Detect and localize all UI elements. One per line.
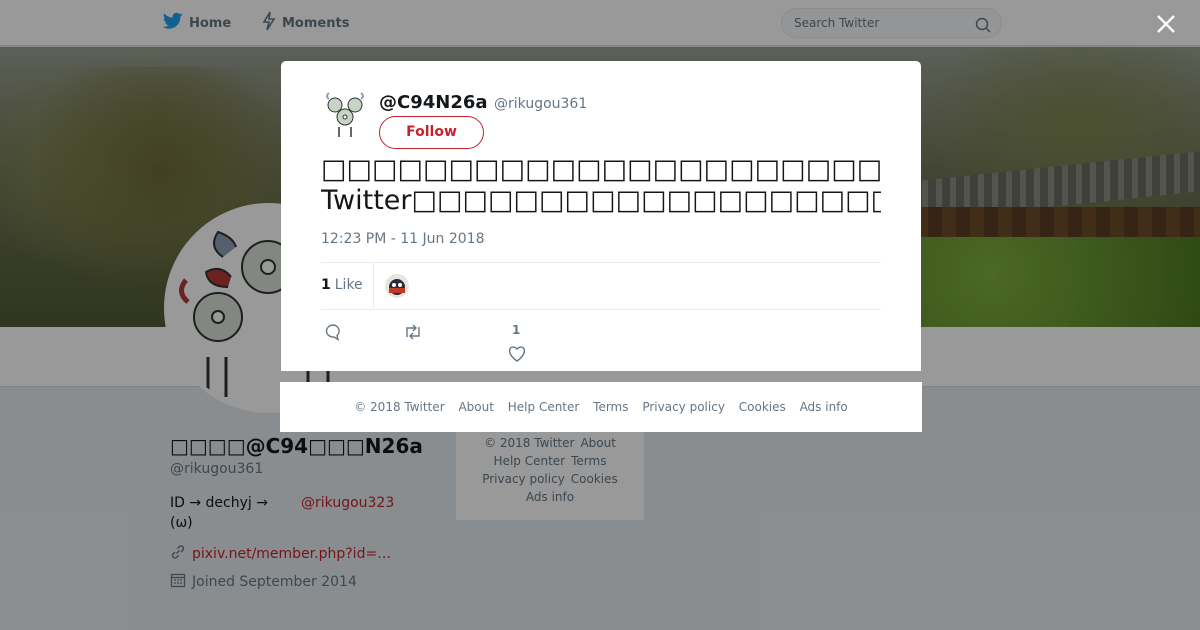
likes-label: Like — [334, 277, 363, 293]
tweet-timestamp[interactable]: 12:23 PM - 11 Jun 2018 — [321, 231, 485, 247]
tweet-stats: 1 Like — [321, 262, 881, 310]
tweet-author-handle[interactable]: @rikugou361 — [494, 96, 587, 112]
tweet-text: □□□□□□□□□□□□□□□□□□□□□□□□□□□□□□□□□□□□□□… … — [321, 154, 881, 216]
footer-cookies[interactable]: Cookies — [739, 400, 786, 414]
footer-help-center[interactable]: Help Center — [508, 400, 580, 414]
liker-avatar[interactable] — [385, 274, 409, 298]
footer-ads-info[interactable]: Ads info — [800, 400, 848, 414]
footer-privacy[interactable]: Privacy policy — [642, 400, 725, 414]
likes-number: 1 — [321, 277, 331, 293]
follow-button[interactable]: Follow — [379, 116, 484, 149]
footer-about[interactable]: About — [458, 400, 493, 414]
tweet-text-line-1: □□□□□□□□□□□□□□□□□□□□□□□□□□□□□□□□□□□□□□… — [321, 154, 881, 185]
retweet-icon[interactable] — [403, 323, 423, 345]
likes-count[interactable]: 1 Like — [321, 277, 363, 293]
close-icon[interactable] — [1154, 12, 1178, 36]
tweet-author-name[interactable]: @C94N26a — [379, 92, 488, 113]
like-action-count: 1 — [512, 323, 521, 337]
tweet-actions: 1 — [321, 321, 881, 362]
tweet-modal: @C94N26a @rikugou361 Follow ⌄ □□□□□□□□□□… — [281, 61, 921, 371]
footer-copyright: © 2018 Twitter — [354, 400, 445, 414]
tweet-text-line-2: Twitter□□□□□□□□□□□□□□□□□□□□□□□□□□□□□□□□□… — [321, 185, 881, 216]
heart-icon[interactable] — [508, 346, 526, 366]
stats-divider — [373, 263, 374, 309]
reply-icon[interactable] — [324, 323, 342, 345]
footer-terms[interactable]: Terms — [593, 400, 628, 414]
tweet-author-avatar[interactable] — [321, 91, 369, 139]
modal-footer-links: © 2018 Twitter About Help Center Terms P… — [280, 382, 922, 432]
